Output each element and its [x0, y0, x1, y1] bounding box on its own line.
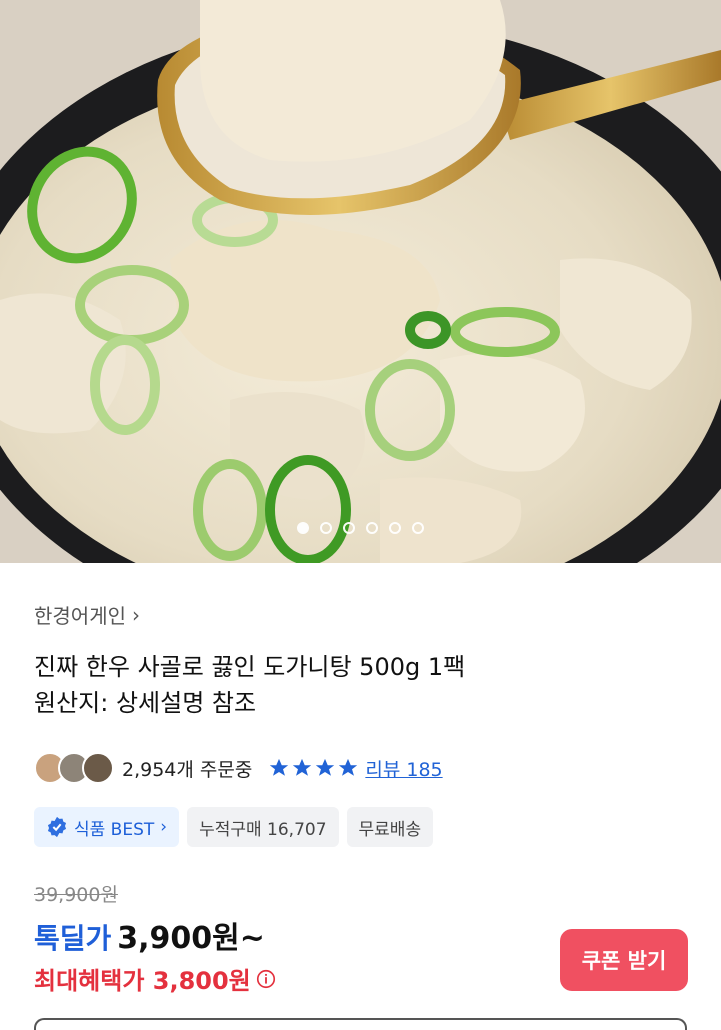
deal-price-row: 톡딜가 3,900원~: [34, 913, 265, 957]
chevron-right-icon: ›: [160, 817, 168, 837]
star-icon: [270, 758, 289, 776]
product-photo: [0, 0, 721, 563]
badge-label: 무료배송: [358, 819, 422, 840]
avatar: [82, 752, 114, 784]
bottom-option-box[interactable]: [34, 1018, 687, 1030]
gallery-dot-active[interactable]: [297, 522, 309, 534]
star-icon: [316, 758, 335, 776]
gallery-dot[interactable]: [320, 522, 332, 534]
seller-name: 한경어게인: [34, 604, 126, 628]
buyer-avatars: [34, 752, 114, 784]
product-title-line1: 진짜 한우 사골로 끓인 도가니탕 500g 1팩: [34, 653, 466, 681]
deal-price: 3,900원~: [117, 921, 265, 956]
badge-label: 식품 BEST: [74, 819, 155, 840]
original-price: 39,900원: [34, 884, 118, 906]
star-icon: [339, 758, 358, 776]
star-icon: [293, 758, 312, 776]
food-best-badge[interactable]: 식품 BEST ›: [34, 807, 180, 847]
gallery-dot[interactable]: [412, 522, 424, 534]
cumulative-purchase-badge: 누적구매 16,707: [187, 807, 339, 847]
chevron-right-icon: ›: [132, 602, 140, 627]
max-benefit-price: 최대혜택가 3,800원: [34, 961, 277, 996]
order-count: 2,954개 주문중: [122, 758, 253, 781]
rating-stars: [268, 757, 359, 779]
gallery-dot[interactable]: [366, 522, 378, 534]
gallery-dot[interactable]: [343, 522, 355, 534]
gallery-dot[interactable]: [389, 522, 401, 534]
deal-label: 톡딜가: [34, 922, 112, 955]
seller-link[interactable]: 한경어게인 ›: [34, 600, 140, 629]
badge-row: 식품 BEST › 누적구매 16,707 무료배송: [34, 807, 434, 847]
get-coupon-button[interactable]: 쿠폰 받기: [560, 929, 688, 991]
free-shipping-badge: 무료배송: [346, 807, 434, 847]
product-image-gallery[interactable]: [0, 0, 721, 563]
gallery-pagination: [0, 522, 721, 534]
review-link[interactable]: 리뷰 185: [365, 755, 442, 782]
benefit-price-text: 최대혜택가 3,800원: [34, 967, 251, 995]
product-origin: 원산지: 상세설명 참조: [34, 689, 257, 717]
product-title: 진짜 한우 사골로 끓인 도가니탕 500g 1팩 원산지: 상세설명 참조: [34, 649, 674, 721]
badge-label: 누적구매 16,707: [199, 819, 327, 840]
certified-badge-icon: [47, 816, 67, 838]
info-icon[interactable]: [255, 968, 277, 990]
product-stats: 2,954개 주문중 리뷰 185: [34, 751, 443, 785]
